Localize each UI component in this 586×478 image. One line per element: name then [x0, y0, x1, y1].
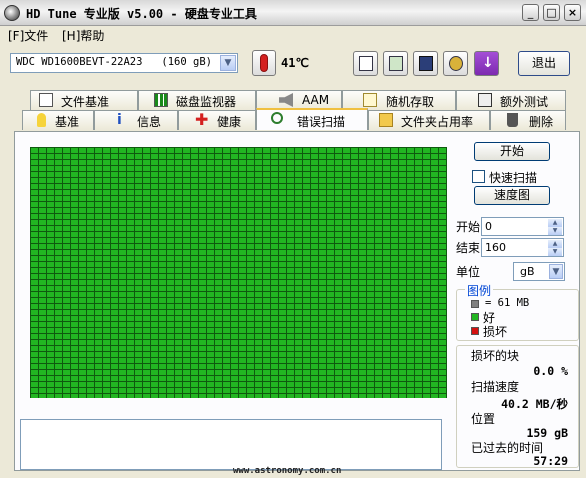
benchmark-icon: [37, 113, 46, 127]
menu-file[interactable]: [F]文件: [8, 27, 48, 44]
legend-block-size: = 61 MB: [485, 297, 530, 309]
start-value: 0: [485, 220, 492, 233]
menu-bar: [F]文件 [H]帮助: [0, 26, 586, 43]
tab-error-scan[interactable]: 错误扫描: [256, 108, 368, 130]
temperature-value: 41℃: [281, 56, 309, 70]
unit-select[interactable]: gB ▼: [513, 262, 565, 281]
unit-label: 单位: [456, 265, 481, 279]
app-icon: [4, 5, 20, 21]
tab-erase[interactable]: 删除: [490, 110, 566, 130]
spin-down-icon[interactable]: ▼: [548, 248, 562, 256]
start-spinner[interactable]: 0 ▲ ▼: [481, 217, 564, 236]
file-benchmark-icon: [39, 93, 53, 107]
folder-icon: [379, 113, 393, 127]
tab-aam[interactable]: AAM: [256, 90, 342, 110]
scan-log[interactable]: [20, 419, 442, 470]
spin-up-icon[interactable]: ▲: [548, 219, 562, 227]
tab-file-benchmark[interactable]: 文件基准: [30, 90, 138, 110]
download-button[interactable]: ↓: [474, 51, 499, 76]
chevron-down-icon[interactable]: ▼: [549, 264, 563, 279]
legend: 图例 = 61 MB 好 损坏: [456, 282, 579, 341]
unit-value: gB: [520, 265, 535, 278]
disk-monitor-icon: [154, 93, 168, 107]
block-map: [30, 147, 447, 398]
elapsed-value: 57:29: [533, 454, 568, 468]
exit-button[interactable]: 退出: [518, 51, 570, 76]
error-scan-panel: 开始 快速扫描 速度图 开始 0 ▲ ▼ 结束 160 ▲ ▼ 单位 gB ▼ …: [14, 131, 580, 471]
tab-disk-monitor[interactable]: 磁盘监视器: [138, 90, 256, 110]
copy-text-icon: [359, 56, 373, 71]
position-label: 位置: [471, 412, 496, 426]
spin-up-icon[interactable]: ▲: [548, 240, 562, 248]
end-spinner[interactable]: 160 ▲ ▼: [481, 238, 564, 257]
thermometer-icon: [260, 54, 268, 72]
position-value: 159 gB: [526, 426, 568, 440]
start-scan-button[interactable]: 开始: [474, 142, 550, 161]
tab-folder-usage[interactable]: 文件夹占用率: [368, 110, 490, 130]
end-label: 结束: [456, 241, 481, 255]
scan-speed-value: 40.2 MB/秒: [501, 397, 568, 411]
block-map-grid: [30, 147, 447, 398]
legend-bad: 损坏: [483, 325, 508, 339]
health-icon: ✚: [195, 110, 209, 129]
bad-blocks-label: 损坏的块: [471, 349, 520, 363]
chevron-down-icon[interactable]: ▼: [220, 55, 236, 71]
download-icon: ↓: [482, 55, 494, 71]
extra-tests-icon: [478, 93, 492, 107]
tab-benchmark[interactable]: 基准: [22, 110, 94, 130]
tab-random-access[interactable]: 随机存取: [342, 90, 456, 110]
maximize-button[interactable]: □: [543, 4, 560, 21]
trash-icon: [507, 113, 518, 127]
scan-stats: 损坏的块 0.0 % 扫描速度 40.2 MB/秒 位置 159 gB 已过去的…: [456, 345, 579, 468]
quick-scan-checkbox[interactable]: [472, 170, 485, 183]
copy-text-button[interactable]: [353, 51, 378, 76]
tab-info[interactable]: i 信息: [94, 110, 178, 130]
block-size-swatch: [471, 300, 479, 308]
end-value: 160: [485, 241, 506, 254]
copy-screenshot-button[interactable]: [383, 51, 408, 76]
close-button[interactable]: ×: [564, 4, 581, 21]
window-title: HD Tune 专业版 v5.00 - 硬盘专业工具: [26, 7, 257, 21]
temperature-button[interactable]: [252, 50, 276, 76]
random-access-icon: [363, 93, 377, 107]
options-icon: [449, 56, 463, 71]
info-icon: i: [117, 112, 122, 128]
copy-screenshot-icon: [389, 56, 403, 71]
menu-help[interactable]: [H]帮助: [62, 27, 104, 44]
spin-down-icon[interactable]: ▼: [548, 227, 562, 235]
start-label: 开始: [456, 220, 481, 234]
save-icon: [419, 56, 433, 71]
good-swatch: [471, 313, 479, 321]
tab-extra-tests[interactable]: 额外测试: [456, 90, 566, 110]
search-icon: [271, 112, 283, 124]
drive-select[interactable]: WDC WD1600BEVT-22A23 (160 gB) ▼: [10, 53, 238, 73]
title-bar: HD Tune 专业版 v5.00 - 硬盘专业工具 _ □ ×: [0, 0, 586, 26]
tab-health[interactable]: ✚ 健康: [178, 110, 256, 130]
scan-speed-label: 扫描速度: [471, 380, 520, 394]
speed-map-button[interactable]: 速度图: [474, 186, 550, 205]
save-button[interactable]: [413, 51, 438, 76]
watermark: www.astronomy.com.cn: [233, 466, 342, 476]
minimize-button[interactable]: _: [522, 4, 539, 21]
drive-select-value: WDC WD1600BEVT-22A23 (160 gB): [16, 56, 212, 68]
bad-blocks-value: 0.0 %: [533, 364, 568, 378]
bad-swatch: [471, 327, 479, 335]
elapsed-label: 已过去的时间: [471, 441, 544, 455]
options-button[interactable]: [443, 51, 468, 76]
quick-scan-label: 快速扫描: [489, 171, 538, 185]
speaker-icon: [279, 93, 293, 107]
